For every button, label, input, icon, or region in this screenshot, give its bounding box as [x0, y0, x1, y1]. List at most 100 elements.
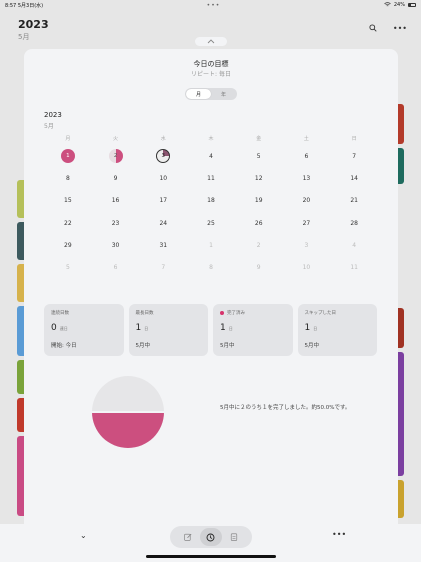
calendar-day[interactable]: 29 [44, 234, 92, 256]
stat-label-row: 連続日数 [51, 310, 117, 316]
battery-percent: 24% [393, 2, 405, 8]
calendar-day[interactable]: 10 [283, 256, 331, 278]
status-date: 5月3日(水) [17, 2, 44, 9]
calendar-day[interactable]: 6 [283, 145, 331, 167]
period-segmented-control: 月 年 [185, 88, 237, 100]
calendar-day[interactable]: 25 [187, 212, 235, 234]
calendar-day[interactable]: 8 [187, 256, 235, 278]
battery-icon [408, 3, 416, 7]
stat-footnote: 5月中 [304, 343, 320, 349]
stat-card: 最長日数 1 日 5月中 [128, 304, 208, 356]
calendar-day[interactable]: 11 [187, 167, 235, 189]
pie-completed-slice [92, 412, 164, 448]
calendar-day[interactable]: 7 [330, 145, 378, 167]
stat-value: 1 [304, 323, 311, 333]
calendar-day[interactable]: 22 [44, 212, 92, 234]
search-icon[interactable] [369, 24, 377, 34]
calendar-week: 5 6 7 8 9 10 11 [44, 256, 378, 278]
day-number: 18 [207, 197, 215, 205]
calendar-day[interactable]: 5 [235, 145, 283, 167]
segment-month[interactable]: 月 [186, 89, 211, 99]
calendar-day[interactable]: 23 [92, 212, 140, 234]
day-number: 22 [64, 219, 72, 227]
completed-dot-icon [220, 311, 224, 315]
calendar-day[interactable]: 3 [283, 234, 331, 256]
status-time: 8:57 [5, 2, 17, 9]
calendar-week: 1 2 3 4 5 6 7 [44, 145, 378, 167]
weekday-label: 日 [351, 136, 357, 142]
edit-button[interactable] [177, 528, 199, 546]
calendar-day[interactable]: 15 [44, 190, 92, 212]
day-number: 9 [256, 264, 261, 272]
chevron-down-icon[interactable]: ⌄ [80, 531, 87, 540]
calendar-day[interactable]: 10 [139, 167, 187, 189]
calendar-day[interactable]: 8 [44, 167, 92, 189]
calendar-day[interactable]: 1 [44, 145, 92, 167]
calendar-day[interactable]: 14 [330, 167, 378, 189]
stats-row: 連続日数 0 連日 開始: 今日 最長日数 1 日 5月中 完了済み 1 日 5月中 スキップした日 1 日… [44, 304, 377, 356]
stat-footnote: 開始: 今日 [51, 343, 77, 349]
calendar-day[interactable]: 20 [283, 190, 331, 212]
day-number: 8 [209, 264, 213, 272]
calendar-day[interactable]: 6 [92, 256, 140, 278]
calendar-day[interactable]: 9 [235, 256, 283, 278]
calendar-day[interactable]: 11 [330, 256, 378, 278]
day-number: 2 [113, 153, 118, 160]
calendar-day[interactable]: 9 [92, 167, 140, 189]
calendar-weeks: 1 2 3 4 5 6 7 8 9 10 11 12 13 14 15 16 17 18 19 20 21 22 23 24 2… [44, 145, 378, 279]
calendar-day[interactable]: 19 [235, 190, 283, 212]
day-number: 26 [254, 219, 263, 227]
home-indicator[interactable] [146, 555, 276, 558]
calendar-day[interactable]: 27 [283, 212, 331, 234]
calendar-day[interactable]: 12 [235, 167, 283, 189]
calendar-day[interactable]: 21 [330, 190, 378, 212]
day-number: 2 [256, 241, 261, 249]
calendar-day[interactable]: 28 [330, 212, 378, 234]
stat-label: 完了済み [227, 311, 245, 316]
more-options-icon[interactable]: ••• [332, 530, 346, 539]
day-number: 14 [350, 174, 358, 182]
stat-label: 連続日数 [51, 311, 69, 316]
weekday-label: 水 [160, 136, 166, 142]
calendar-day[interactable]: 4 [187, 145, 235, 167]
calendar-day[interactable]: 4 [330, 234, 378, 256]
multitask-dots[interactable]: ••• [207, 2, 221, 9]
weekday-label: 火 [113, 136, 119, 142]
calendar-week: 29 30 31 1 2 3 4 [44, 234, 378, 256]
calendar-day[interactable]: 16 [92, 190, 140, 212]
weekday-header: 月火水木金土日 [44, 133, 378, 145]
calendar-day[interactable]: 7 [139, 256, 187, 278]
delete-button[interactable] [223, 528, 245, 546]
day-number: 20 [302, 197, 311, 205]
day-number: 3 [304, 241, 309, 249]
stat-label-row: スキップした日 [305, 310, 371, 316]
day-number: 19 [254, 197, 263, 205]
day-number: 30 [111, 241, 120, 249]
background-actions: ••• [369, 24, 407, 34]
day-number: 7 [161, 264, 166, 272]
history-button[interactable] [199, 528, 222, 546]
segment-year[interactable]: 年 [211, 89, 236, 99]
calendar-day[interactable]: 2 [235, 234, 283, 256]
stat-label: 最長日数 [135, 311, 154, 316]
goal-sheet: 今日の目標 リピート: 毎日 月 年 2023 5月 月火水木金土日 12345… [24, 37, 398, 562]
calendar-day[interactable]: 30 [92, 234, 140, 256]
more-icon[interactable]: ••• [393, 24, 407, 34]
calendar-day[interactable]: 1 [187, 234, 235, 256]
calendar-day[interactable]: 26 [235, 212, 283, 234]
toolbar-pill [170, 526, 252, 548]
calendar-day[interactable]: 17 [139, 190, 187, 212]
day-number: 12 [254, 174, 263, 182]
sheet-collapse-handle[interactable] [195, 37, 227, 46]
stat-value-row: 1日 [136, 323, 202, 333]
calendar-day[interactable]: 13 [283, 167, 331, 189]
status-time-date: 8:57 5月3日(水) [5, 2, 43, 9]
calendar-day[interactable]: 5 [44, 256, 92, 278]
calendar-day[interactable]: 2 [92, 145, 140, 167]
day-number: 13 [302, 174, 311, 182]
calendar-day[interactable]: 24 [139, 212, 187, 234]
calendar-day[interactable]: 31 [139, 234, 187, 256]
calendar-day[interactable]: 3 [139, 145, 187, 167]
calendar-day[interactable]: 18 [187, 190, 235, 212]
day-number: 10 [302, 264, 311, 272]
